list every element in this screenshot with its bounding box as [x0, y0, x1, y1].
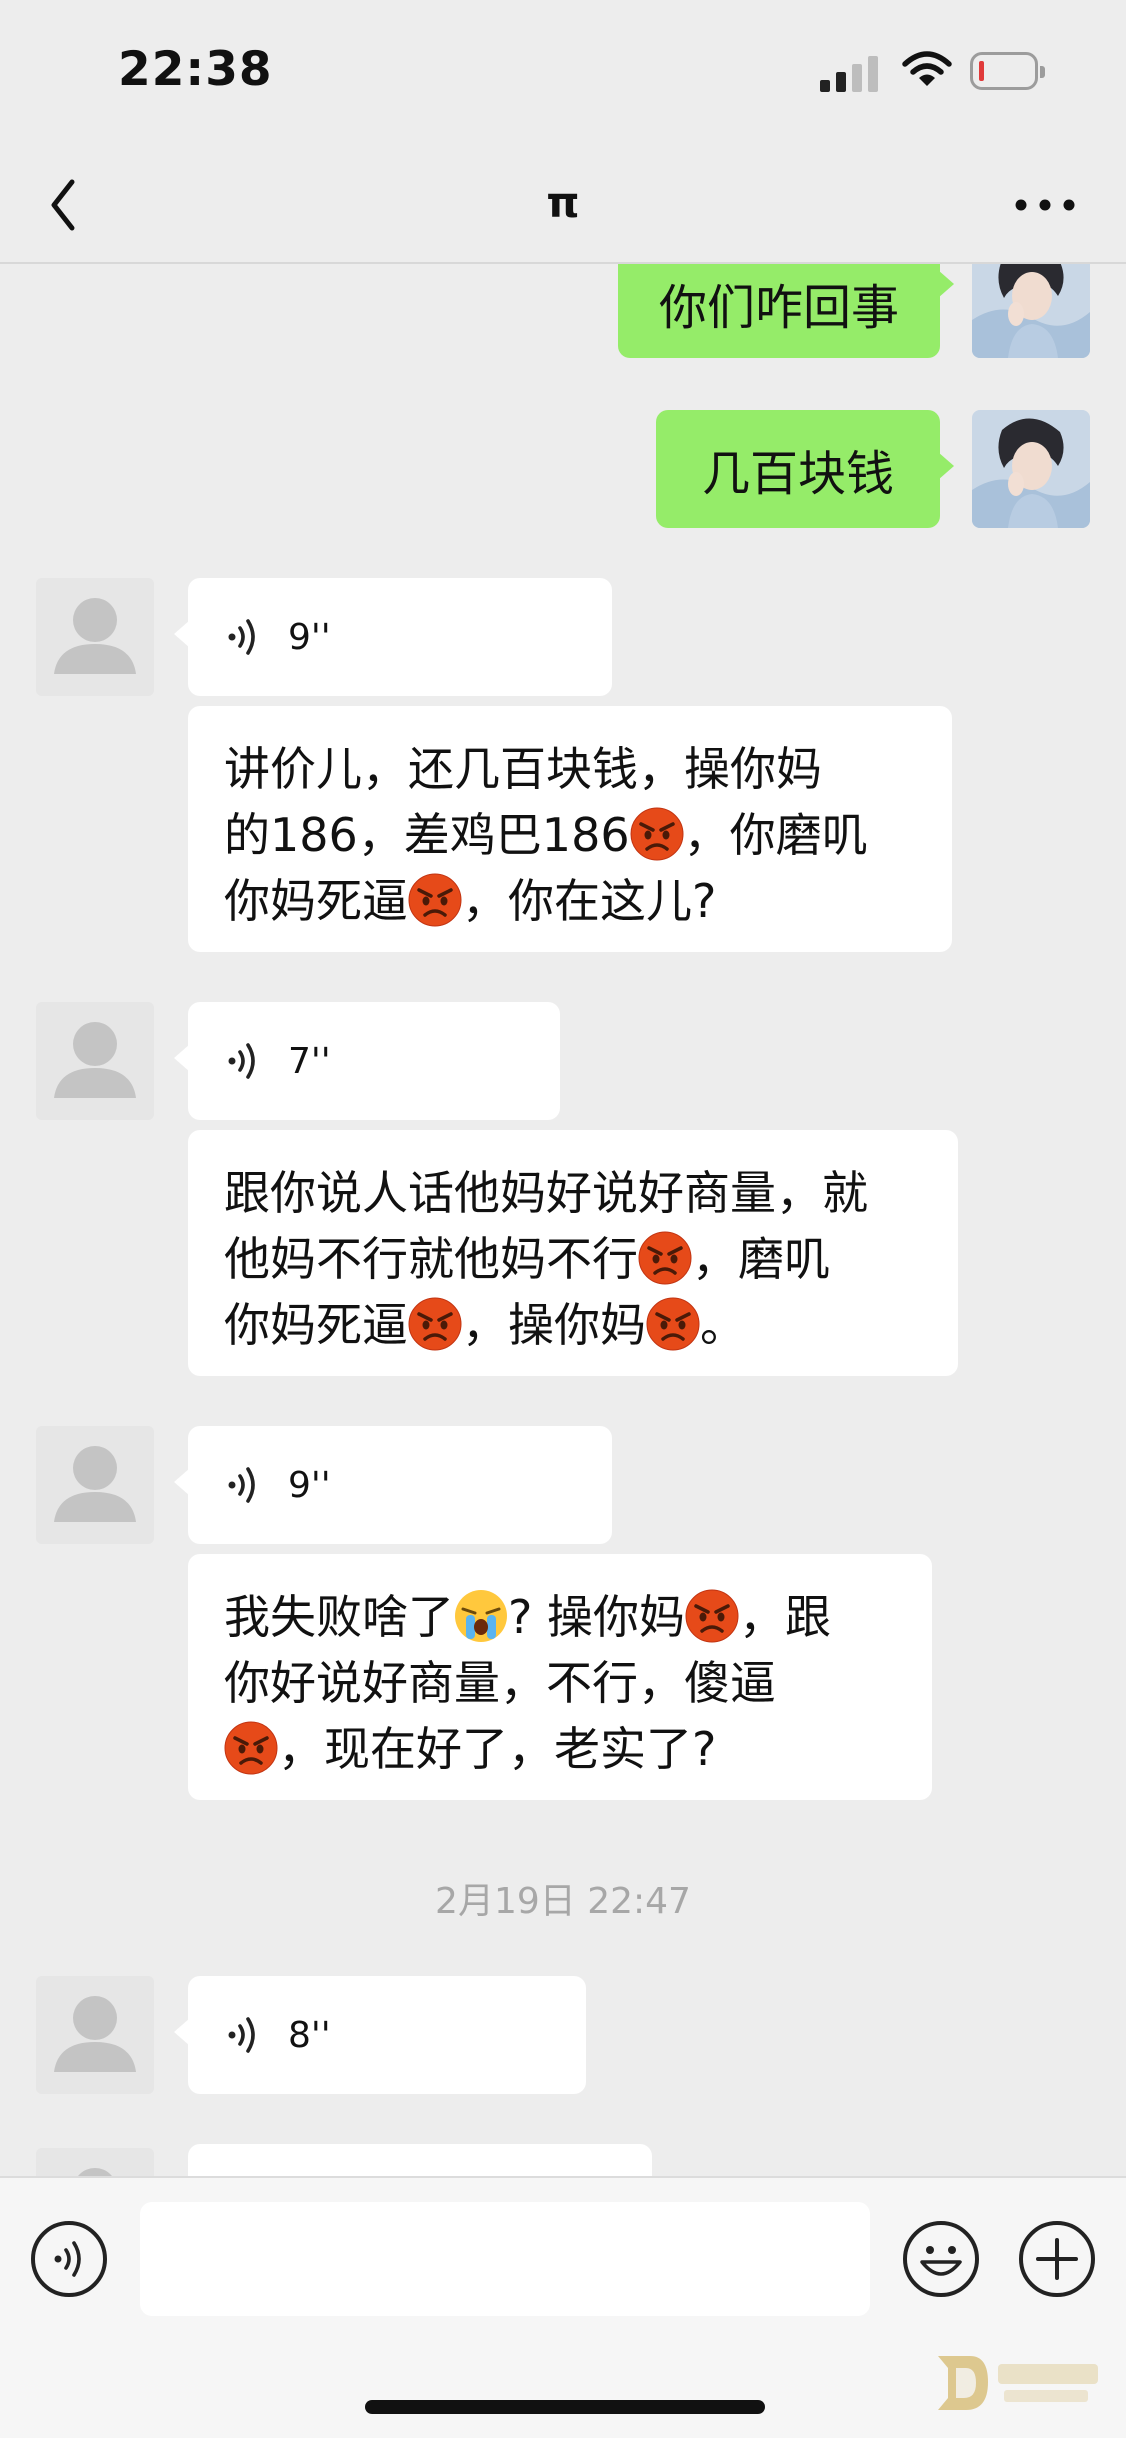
crying-face-icon [454, 1589, 508, 1643]
angry-face-icon [224, 1721, 278, 1775]
angry-face-icon [646, 1297, 700, 1351]
message-list[interactable]: 你们咋回事 几百块钱 9'' 讲价儿，还几百块钱，操你妈 的186，差鸡巴186… [0, 264, 1126, 2176]
home-indicator[interactable] [365, 2400, 765, 2414]
sent-message-text: 几百块钱 [701, 446, 894, 502]
text-message-body: 跟你说人话他妈好说好商量，就 他妈不行就他妈不行 ，磨叽 你妈死逼 ，操你妈。 [224, 1166, 868, 1352]
voice-duration: 7'' [288, 1040, 331, 1082]
sent-message-bubble[interactable]: 几百块钱 [656, 410, 954, 528]
message-timestamp: 2月19日 22:47 [435, 1881, 691, 1922]
contact-avatar[interactable] [36, 578, 154, 696]
voice-duration: 8'' [288, 2014, 331, 2056]
angry-face-icon [685, 1589, 739, 1643]
plus-circle-icon[interactable] [1018, 2220, 1096, 2298]
contact-avatar[interactable] [36, 1976, 154, 2094]
smiley-icon[interactable] [902, 2220, 980, 2298]
voice-message-bubble[interactable]: 9'' [174, 1426, 612, 1544]
text-message-bubble[interactable]: 讲价儿，还几百块钱，操你妈 的186，差鸡巴186 ，你磨叽 你妈死逼 ，你在这儿? [188, 706, 952, 952]
contact-avatar[interactable] [36, 2148, 154, 2176]
text-message-bubble[interactable]: 跟你说人话他妈好说好商量，就 他妈不行就他妈不行 ，磨叽 你妈死逼 ，操你妈。 [188, 1130, 958, 1376]
voice-message-bubble[interactable]: 7'' [174, 1002, 560, 1120]
voice-message-bubble[interactable]: 8'' [174, 1976, 586, 2094]
voice-wave-icon [224, 615, 264, 659]
voice-message-bubble[interactable]: 9'' [174, 578, 612, 696]
message-input[interactable] [140, 2202, 870, 2316]
chat-input-bar [0, 2176, 1126, 2438]
sent-message-bubble[interactable]: 你们咋回事 [618, 264, 954, 358]
message-bubble-partial[interactable] [188, 2144, 652, 2176]
status-time: 22:38 [118, 42, 273, 97]
more-dots-icon[interactable] [1010, 180, 1080, 230]
battery-icon [970, 52, 1045, 90]
voice-input-icon[interactable] [30, 2220, 108, 2298]
voice-wave-icon [224, 1463, 264, 1507]
voice-duration: 9'' [288, 1464, 331, 1506]
status-bar: 22:38 [0, 0, 1126, 150]
chat-header: π [0, 150, 1126, 264]
cellular-signal-icon [820, 56, 878, 92]
voice-duration: 9'' [288, 616, 331, 658]
text-message-bubble[interactable]: 我失败啥了? 操你妈 ，跟 你好说好商量，不行，傻逼 ，现在好了，老实了? [188, 1554, 932, 1800]
sent-message-text: 你们咋回事 [658, 280, 899, 336]
chat-title: π [546, 178, 580, 227]
text-message-body: 讲价儿，还几百块钱，操你妈 的186，差鸡巴186 ，你磨叽 你妈死逼 ，你在这儿? [224, 742, 868, 928]
self-avatar[interactable] [972, 410, 1090, 528]
contact-avatar[interactable] [36, 1002, 154, 1120]
angry-face-icon [408, 1297, 462, 1351]
text-message-body: 我失败啥了? 操你妈 ，跟 你好说好商量，不行，傻逼 ，现在好了，老实了? [224, 1589, 832, 1776]
self-avatar[interactable] [972, 264, 1090, 358]
contact-avatar[interactable] [36, 1426, 154, 1544]
watermark-logo [938, 2356, 1098, 2410]
angry-face-icon [638, 1231, 692, 1285]
voice-wave-icon [224, 2013, 264, 2057]
angry-face-icon [630, 807, 684, 861]
voice-wave-icon [224, 1039, 264, 1083]
angry-face-icon [408, 873, 462, 927]
wifi-icon [902, 51, 952, 86]
